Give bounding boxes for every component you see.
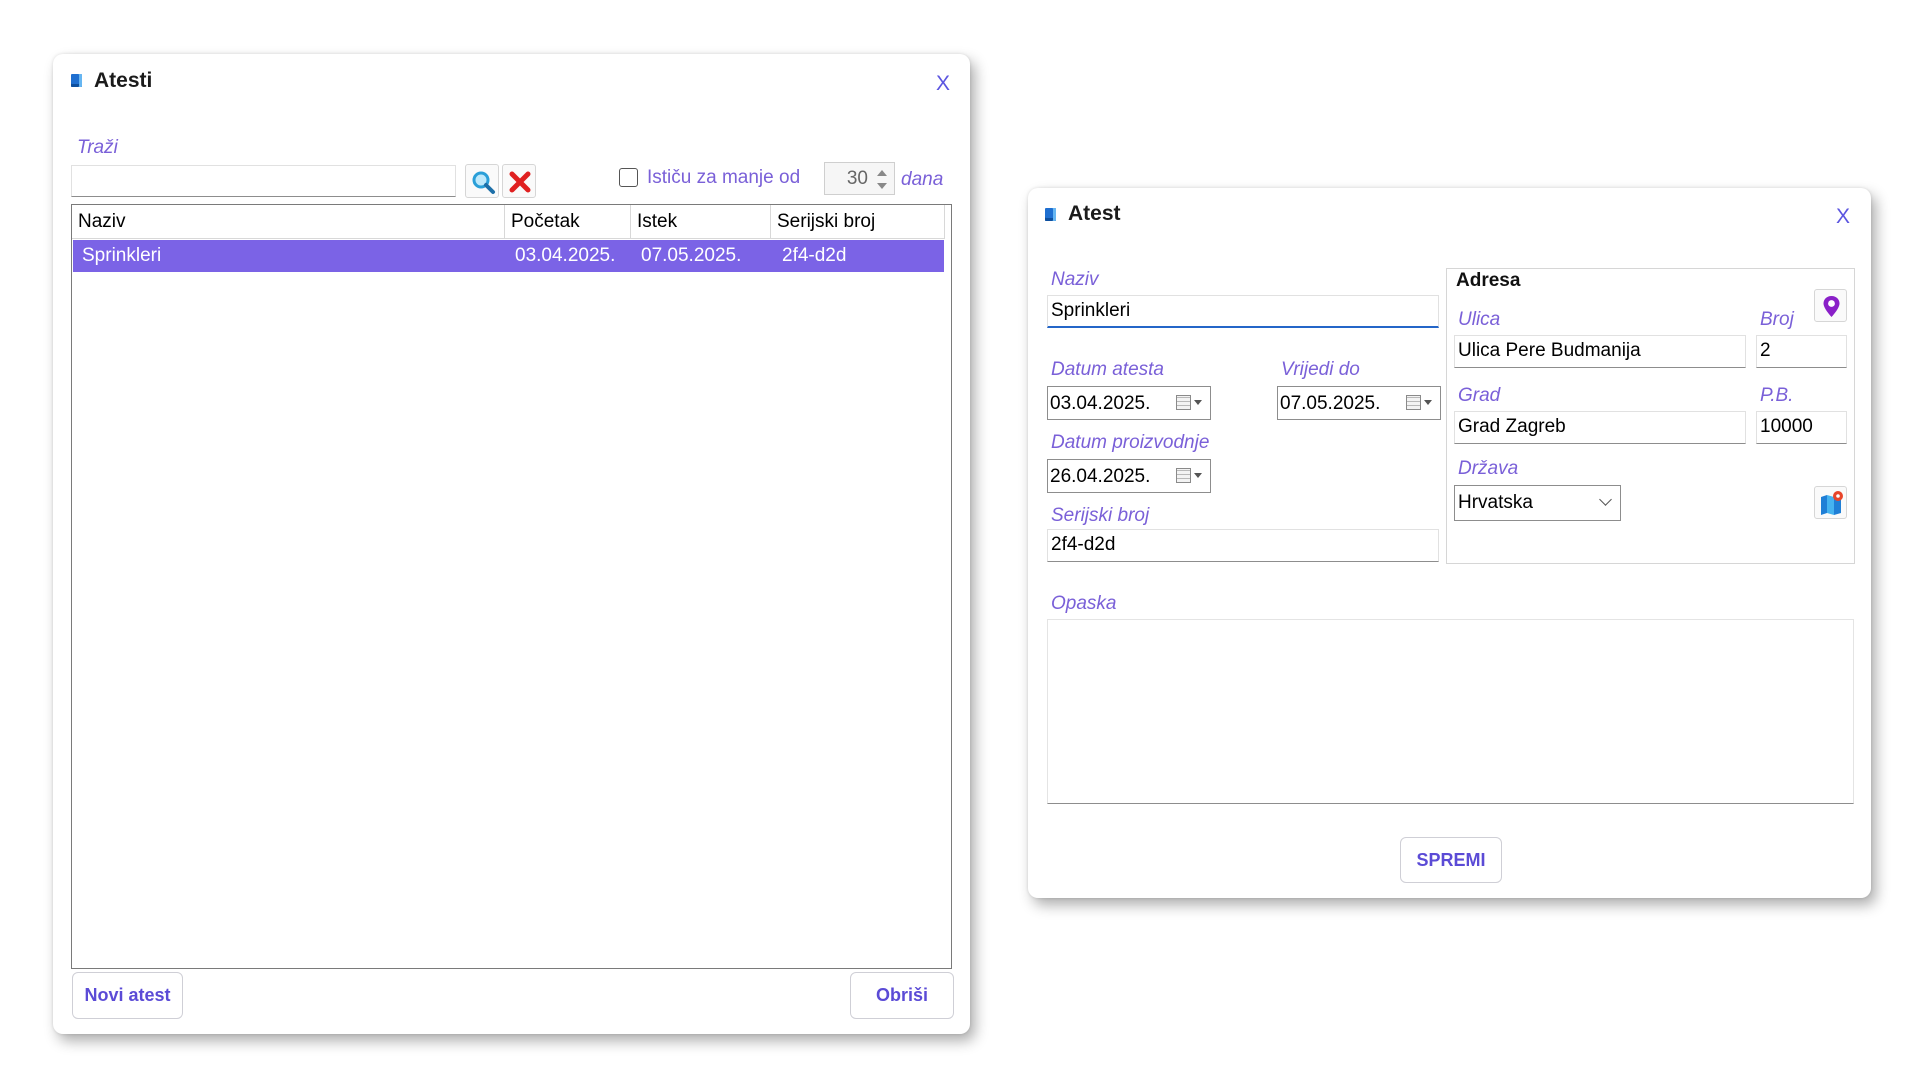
atesti-window-title: Atesti (94, 69, 153, 92)
atesti-table: Naziv Početak Istek Serijski broj Sprink… (71, 204, 952, 969)
document-icon (1045, 208, 1056, 221)
opaska-textarea[interactable] (1047, 619, 1854, 804)
search-label: Traži (77, 137, 118, 158)
red-x-icon (509, 171, 531, 193)
chevron-down-icon (1599, 493, 1612, 506)
vrijedi-do-label: Vrijedi do (1281, 359, 1360, 380)
spin-up-icon[interactable] (877, 170, 887, 176)
table-row[interactable]: Sprinkleri 03.04.2025. 07.05.2025. 2f4-d… (73, 240, 944, 272)
grad-input[interactable]: Grad Zagreb (1454, 411, 1746, 444)
calendar-dropdown-icon[interactable] (1176, 395, 1202, 412)
atest-window-title: Atest (1068, 202, 1121, 225)
ulica-label: Ulica (1458, 309, 1501, 330)
calendar-dropdown-icon[interactable] (1406, 395, 1432, 412)
save-button[interactable]: SPREMI (1400, 837, 1502, 883)
calendar-dropdown-icon[interactable] (1176, 468, 1202, 485)
vrijedi-do-value: 07.05.2025. (1280, 393, 1381, 414)
datum-atesta-picker[interactable]: 03.04.2025. (1047, 386, 1211, 420)
clear-search-button[interactable] (502, 164, 536, 198)
days-unit-label: dana (901, 169, 944, 190)
broj-input[interactable]: 2 (1756, 335, 1847, 368)
map-button[interactable] (1814, 486, 1847, 519)
column-header-istek[interactable]: Istek (631, 205, 771, 239)
map-pin-icon (1823, 296, 1840, 317)
naziv-input[interactable]: Sprinkleri (1047, 295, 1439, 328)
pb-input[interactable]: 10000 (1756, 411, 1847, 444)
drzava-value: Hrvatska (1458, 492, 1533, 513)
datum-atesta-value: 03.04.2025. (1050, 393, 1151, 414)
column-header-naziv[interactable]: Naziv (72, 205, 505, 239)
atest-window: Atest X Naziv Sprinkleri Datum atesta 03… (1028, 188, 1871, 898)
drzava-select[interactable]: Hrvatska (1454, 485, 1621, 521)
vrijedi-do-picker[interactable]: 07.05.2025. (1277, 386, 1441, 420)
datum-atesta-label: Datum atesta (1051, 359, 1164, 380)
map-icon (1821, 491, 1843, 515)
days-stepper[interactable]: 30 (824, 162, 895, 195)
magnifier-icon (472, 171, 495, 194)
column-header-serijski-broj[interactable]: Serijski broj (771, 205, 945, 239)
new-atest-button[interactable]: Novi atest (72, 972, 183, 1019)
close-icon[interactable]: X (1836, 205, 1850, 229)
opaska-label: Opaska (1051, 593, 1117, 614)
serijski-broj-input[interactable]: 2f4-d2d (1047, 529, 1439, 562)
serijski-broj-label: Serijski broj (1051, 505, 1150, 526)
days-value: 30 (846, 168, 868, 189)
expiring-label: Ističu za manje od (647, 167, 801, 188)
search-input[interactable] (71, 165, 456, 197)
column-header-pocetak[interactable]: Početak (505, 205, 631, 239)
drzava-label: Država (1458, 458, 1519, 479)
cell-istek: 07.05.2025. (641, 245, 742, 266)
spin-down-icon[interactable] (877, 183, 887, 189)
search-button[interactable] (465, 164, 499, 198)
atesti-window: Atesti X Traži Ističu za manje od 30 dan… (53, 54, 970, 1034)
datum-proizvodnje-value: 26.04.2025. (1050, 466, 1151, 487)
delete-button[interactable]: Obriši (850, 972, 954, 1019)
datum-proizvodnje-label: Datum proizvodnje (1051, 432, 1210, 453)
naziv-label: Naziv (1051, 269, 1099, 290)
adresa-heading: Adresa (1456, 270, 1521, 291)
expiring-checkbox[interactable] (619, 168, 638, 187)
broj-label: Broj (1760, 309, 1794, 330)
ulica-input[interactable]: Ulica Pere Budmanija (1454, 335, 1746, 368)
close-icon[interactable]: X (936, 72, 950, 96)
datum-proizvodnje-picker[interactable]: 26.04.2025. (1047, 459, 1211, 493)
grad-label: Grad (1458, 385, 1501, 406)
location-button[interactable] (1814, 289, 1847, 322)
cell-pocetak: 03.04.2025. (515, 245, 616, 266)
document-icon (71, 74, 82, 87)
cell-serijski: 2f4-d2d (782, 245, 847, 266)
cell-naziv: Sprinkleri (82, 245, 162, 266)
pb-label: P.B. (1760, 385, 1794, 406)
